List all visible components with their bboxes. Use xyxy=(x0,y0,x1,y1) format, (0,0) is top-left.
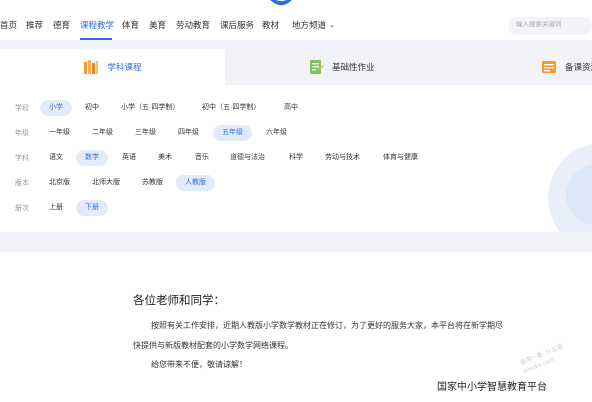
search-box[interactable] xyxy=(508,17,592,35)
filter-option-volume1[interactable]: 上册 xyxy=(40,200,72,216)
platform-logo-icon[interactable] xyxy=(262,0,318,6)
nav-moral-education[interactable]: 德育 xyxy=(53,19,70,31)
filter-label-volume: 册次 xyxy=(15,205,29,212)
tab-subject-courses-label: 学科课程 xyxy=(107,62,142,72)
filter-label-edition: 版本 xyxy=(15,180,29,187)
filter-option-chinese[interactable]: 语文 xyxy=(40,150,72,166)
filter-option-art[interactable]: 美术 xyxy=(149,150,181,166)
filter-option-grade6[interactable]: 六年级 xyxy=(257,125,296,141)
filter-option-grade3[interactable]: 三年级 xyxy=(126,125,165,141)
filter-option-pep-ed[interactable]: 人教版 xyxy=(176,175,215,191)
nav-aesthetic-education[interactable]: 美育 xyxy=(149,19,166,31)
filter-option-labor-tech[interactable]: 劳动与技术 xyxy=(316,150,369,166)
nav-home[interactable]: 首页 xyxy=(0,19,17,31)
chevron-down-icon: ⌄ xyxy=(329,22,335,29)
filter-option-grade4[interactable]: 四年级 xyxy=(169,125,208,141)
homework-icon xyxy=(308,59,324,75)
nav-course-teaching[interactable]: 课程教学 xyxy=(80,19,114,31)
filter-option-pe-health[interactable]: 体育与健康 xyxy=(374,150,427,166)
notice-greeting: 各位老师和同学： xyxy=(133,295,225,307)
filter-option-english[interactable]: 英语 xyxy=(113,150,145,166)
filter-option-beijing-ed[interactable]: 北京版 xyxy=(40,175,79,191)
section-tabs: 学科课程 基础性作业 备课资源 xyxy=(0,49,592,85)
tab-prep-resources[interactable]: 备课资源 xyxy=(541,49,592,85)
resource-icon xyxy=(541,59,557,75)
notice-line-2: 快提供与新版教材配套的小学数学网络课程。 xyxy=(133,341,293,350)
filter-option-sujiao-ed[interactable]: 苏教版 xyxy=(133,175,172,191)
filter-option-music[interactable]: 音乐 xyxy=(186,150,218,166)
nav-recommend[interactable]: 推荐 xyxy=(26,19,43,31)
filter-label-subject: 学科 xyxy=(15,155,29,162)
filter-option-grade2[interactable]: 二年级 xyxy=(83,125,122,141)
filter-option-bnu-ed[interactable]: 北师大版 xyxy=(83,175,129,191)
filter-option-junior-54[interactable]: 初中（五·四学制） xyxy=(193,100,269,116)
nav-local-channel[interactable]: 地方频道 ⌄ xyxy=(292,19,335,31)
filter-option-volume2[interactable]: 下册 xyxy=(76,200,108,216)
filter-option-grade1[interactable]: 一年级 xyxy=(40,125,79,141)
top-navigation: 首页 推荐 德育 课程教学 体育 美育 劳动教育 课后服务 教材 地方频道 ⌄ xyxy=(0,14,592,40)
filter-row-volume: 册次 上册 下册 xyxy=(0,200,592,216)
filter-option-science[interactable]: 科学 xyxy=(280,150,312,166)
filter-option-ethics-law[interactable]: 道德与法治 xyxy=(221,150,274,166)
books-icon xyxy=(83,59,99,75)
filter-option-senior[interactable]: 高中 xyxy=(275,100,307,116)
filter-option-math[interactable]: 数学 xyxy=(76,150,108,166)
filter-label-stage: 学段 xyxy=(15,105,29,112)
filter-row-stage: 学段 小学 初中 小学（五·四学制） 初中（五·四学制） 高中 xyxy=(0,100,592,116)
filter-row-grade: 年级 一年级 二年级 三年级 四年级 五年级 六年级 xyxy=(0,125,592,141)
nav-textbook[interactable]: 教材 xyxy=(262,19,279,31)
nav-after-school[interactable]: 课后服务 xyxy=(220,19,254,31)
filter-option-grade5[interactable]: 五年级 xyxy=(213,125,252,141)
notice-line-1: 按照有关工作安排，近期人教版小学数学教材正在修订，为了更好的服务大家，本平台将在… xyxy=(151,321,503,330)
nav-labor-education[interactable]: 劳动教育 xyxy=(176,19,210,31)
nav-sports[interactable]: 体育 xyxy=(122,19,139,31)
filter-panel: 学段 小学 初中 小学（五·四学制） 初中（五·四学制） 高中 年级 一年级 二… xyxy=(0,85,592,232)
search-input[interactable] xyxy=(516,21,588,28)
filter-option-primary[interactable]: 小学 xyxy=(40,100,72,116)
tab-basic-homework-label: 基础性作业 xyxy=(332,62,375,72)
notice-line-3: 给您带来不便，敬请谅解！ xyxy=(151,360,247,369)
filter-row-edition: 版本 北京版 北师大版 苏教版 人教版 xyxy=(0,175,592,191)
filter-option-primary-54[interactable]: 小学（五·四学制） xyxy=(112,100,188,116)
filter-option-junior[interactable]: 初中 xyxy=(76,100,108,116)
filter-label-grade: 年级 xyxy=(15,130,29,137)
tab-prep-resources-label: 备课资源 xyxy=(565,62,592,72)
nav-local-channel-label: 地方频道 xyxy=(292,20,327,30)
tab-basic-homework[interactable]: 基础性作业 xyxy=(308,49,375,85)
tab-subject-courses[interactable]: 学科课程 xyxy=(0,49,225,85)
filter-row-subject: 学科 语文 数学 英语 美术 音乐 道德与法治 科学 劳动与技术 体育与健康 xyxy=(0,150,592,166)
